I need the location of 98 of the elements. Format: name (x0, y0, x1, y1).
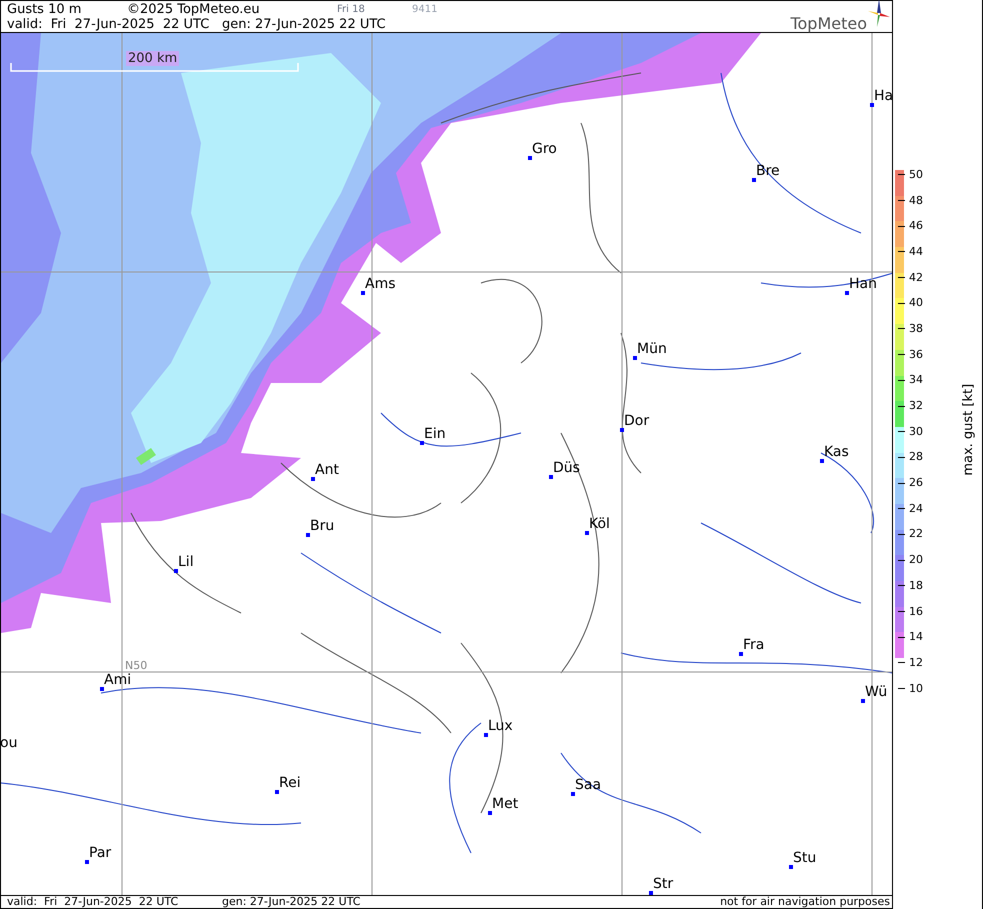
city-label: Han (849, 276, 877, 292)
city-marker (311, 477, 315, 481)
color-band (895, 247, 904, 273)
copyright-text: ©2025 TopMeteo.eu (127, 2, 261, 17)
color-band (895, 478, 904, 504)
city-label: Par (89, 845, 112, 861)
color-band (895, 530, 904, 556)
city-marker (585, 531, 589, 535)
legend-tick-label: 34 (909, 374, 923, 386)
city-label: Fra (743, 637, 764, 653)
city-label: Mün (637, 341, 667, 357)
legend-tick-label: 16 (909, 606, 923, 618)
city-marker (845, 291, 849, 295)
legend-title: max. gust [kt] (960, 384, 978, 476)
city-marker (275, 790, 279, 794)
legend-tick-label: 22 (909, 528, 923, 540)
color-band (895, 555, 904, 581)
legend-tick-label: 46 (909, 220, 923, 232)
color-band (895, 504, 904, 530)
legend-tick-label: 44 (909, 246, 923, 258)
city-label: Gro (532, 141, 557, 157)
color-band (895, 350, 904, 376)
city-marker (820, 459, 824, 463)
color-band (895, 606, 904, 632)
city-label: Stu (793, 850, 816, 866)
color-band (895, 324, 904, 350)
color-band (895, 221, 904, 248)
city-marker (870, 103, 874, 107)
generated-time: gen: 27-Jun-2025 22 UTC (222, 17, 386, 32)
frame-label: Fri 18 (337, 3, 366, 17)
city-marker (739, 652, 743, 656)
city-label: Bru (310, 518, 334, 534)
city-marker (752, 178, 756, 182)
legend-tick-label: 10 (909, 682, 923, 695)
city-marker (789, 865, 793, 869)
color-band (895, 170, 904, 196)
legend-tick-label: 24 (909, 502, 923, 515)
scale-label: 200 km (126, 51, 180, 66)
logo-text: TopMeteo (790, 16, 867, 31)
city-marker (306, 533, 310, 537)
city-marker (861, 699, 865, 703)
legend-tick-label: 30 (909, 426, 923, 438)
city-marker (100, 687, 104, 691)
legend-tick-label: 38 (909, 322, 923, 335)
city-label: Lil (178, 554, 194, 570)
legend-tick-label: 26 (909, 477, 923, 490)
color-band (895, 581, 904, 607)
city-label: Ant (315, 462, 339, 478)
city-label: ou (1, 735, 18, 751)
code-label: 9411 (412, 3, 438, 17)
city-label: Dor (624, 413, 650, 429)
city-label: Rei (279, 775, 301, 791)
legend-tick-label: 50 (909, 168, 923, 181)
city-label: Ha (874, 88, 892, 104)
city-marker (633, 356, 637, 360)
legend-tick-label: 28 (909, 451, 923, 464)
generated-time: gen: 27-Jun-2025 22 UTC (222, 896, 362, 908)
valid-time: valid: Fri 27-Jun-2025 22 UTC (7, 896, 180, 908)
color-band (895, 401, 904, 427)
legend-tick-label: 40 (909, 297, 923, 310)
city-marker (528, 156, 532, 160)
city-label: Ams (365, 276, 396, 292)
color-band (895, 298, 904, 324)
legend-tick-label: 20 (909, 554, 923, 566)
grid-label: N50 (125, 658, 148, 673)
color-band (895, 196, 904, 222)
city-label: Str (653, 876, 674, 892)
city-marker (549, 475, 553, 479)
city-label: Met (492, 796, 518, 812)
city-marker (361, 291, 365, 295)
city-marker (488, 811, 492, 815)
legend-tick-label: 32 (909, 400, 923, 412)
city-label: Kas (824, 444, 849, 460)
color-band (895, 376, 904, 402)
city-marker (649, 891, 653, 895)
city-label: Ein (424, 426, 446, 442)
legend-tick-label: 36 (909, 348, 923, 361)
city-marker (174, 569, 178, 573)
map-title: Gusts 10 m (7, 2, 82, 17)
legend-tick-label: 14 (909, 631, 923, 644)
disclaimer-text: not for air navigation purposes (720, 896, 891, 908)
color-band (895, 632, 904, 658)
city-label: Ami (104, 672, 132, 688)
legend-tick-label: 48 (909, 194, 923, 207)
city-marker (420, 441, 424, 445)
logo-star-icon (868, 0, 890, 29)
color-band (895, 272, 904, 298)
city-marker (85, 860, 89, 864)
color-band (895, 452, 904, 478)
city-marker (571, 792, 575, 796)
legend-tick-label: 18 (909, 580, 923, 592)
color-band (895, 426, 904, 453)
city-marker (484, 733, 488, 737)
legend-tick-label: 12 (909, 656, 923, 669)
valid-time: valid: Fri 27-Jun-2025 22 UTC (7, 17, 210, 32)
city-label: Wü (865, 684, 888, 700)
city-marker (620, 428, 624, 432)
legend-tick-label: 42 (909, 272, 923, 284)
